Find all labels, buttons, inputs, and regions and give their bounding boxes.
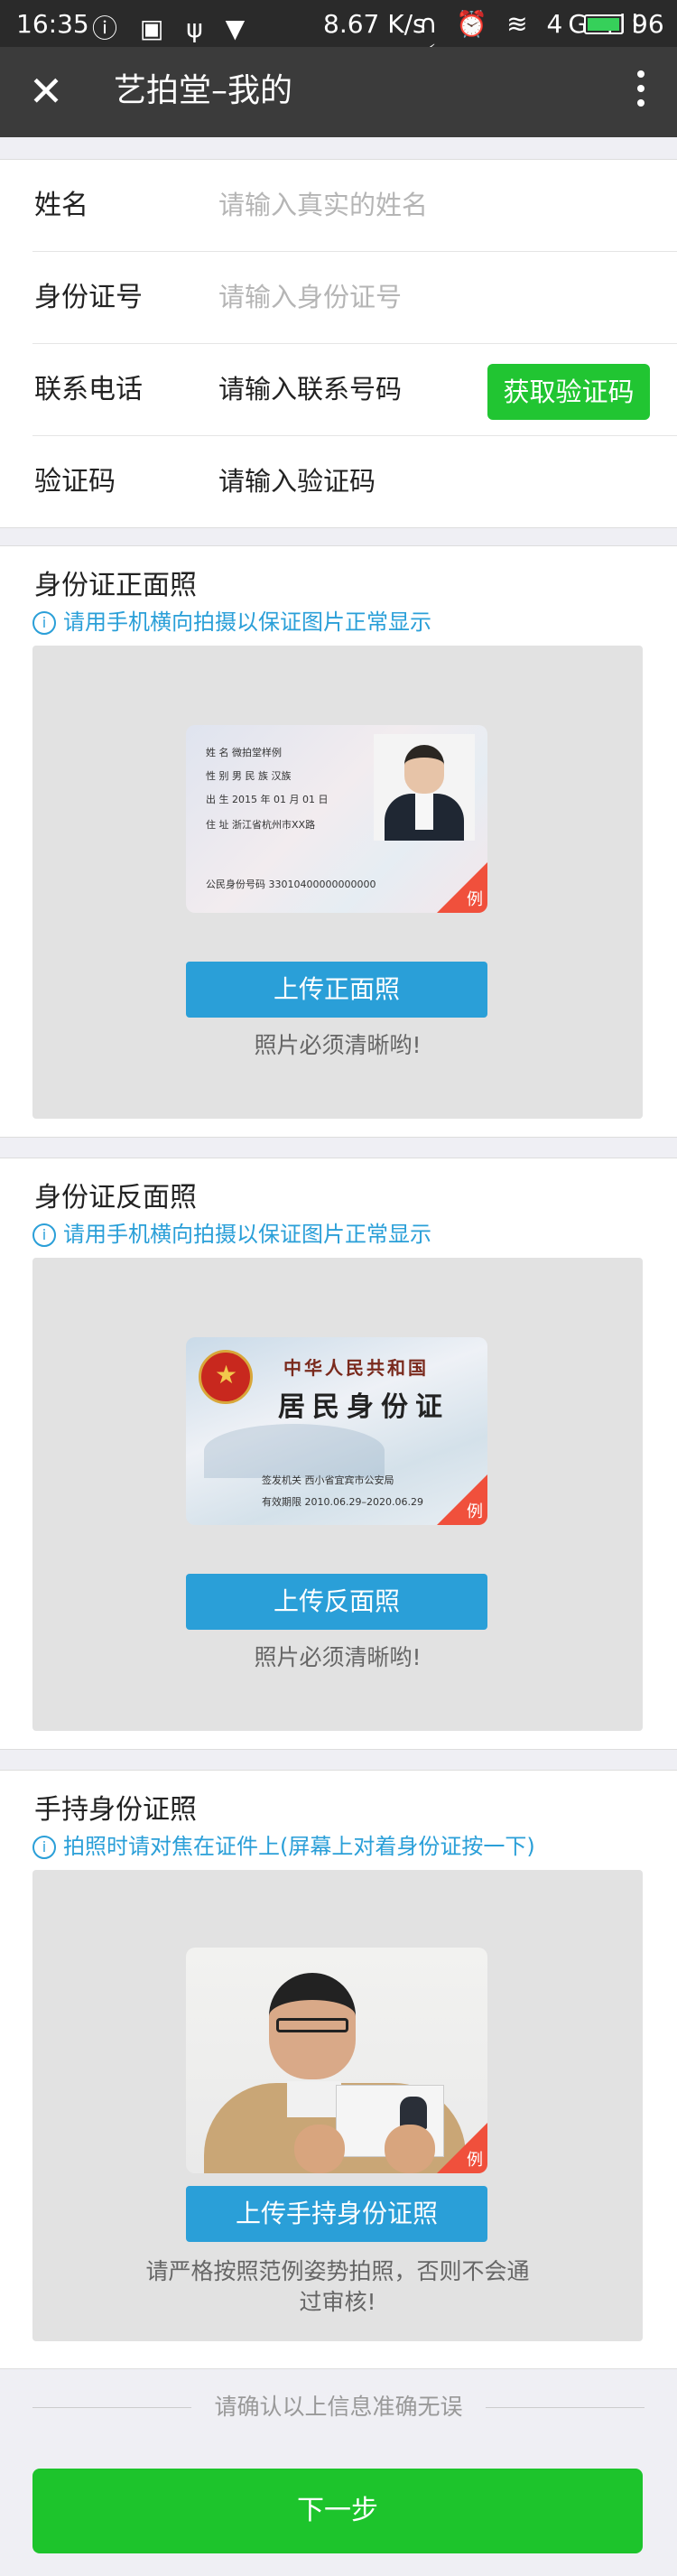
card-validity: 有效期限 2010.06.29–2020.06.29	[262, 1496, 423, 1508]
divider-line-right	[486, 2407, 645, 2408]
name-label: 姓名	[34, 190, 88, 221]
phone-input[interactable]: 请输入联系号码	[218, 344, 402, 435]
hold-id-sample-image: 例	[186, 1948, 487, 2173]
upload-panel[interactable]: 中华人民共和国 居民身份证 签发机关 西小省宜宾市公安局 有效期限 2010.0…	[32, 1258, 643, 1731]
card-number: 公民身份号码 33010400000000000	[206, 879, 376, 890]
code-row: 验证码 请输入验证码	[32, 436, 677, 527]
card-title: 居民身份证	[278, 1391, 450, 1423]
close-icon[interactable]: ✕	[23, 69, 69, 114]
tip-text: 请用手机横向拍摄以保证图片正常显示	[63, 1222, 431, 1247]
national-emblem-icon	[199, 1350, 253, 1404]
info-icon: i	[32, 611, 56, 635]
id-back-sample-image: 中华人民共和国 居民身份证 签发机关 西小省宜宾市公安局 有效期限 2010.0…	[186, 1337, 487, 1525]
name-input[interactable]: 请输入真实的姓名	[218, 160, 428, 251]
id-front-section: 身份证正面照 i 请用手机横向拍摄以保证图片正常显示 姓 名 微拍堂样例 性 别 …	[0, 545, 677, 1138]
card-authority: 签发机关 西小省宜宾市公安局	[262, 1474, 394, 1486]
info-icon: i	[32, 1836, 56, 1859]
sample-tag: 例	[467, 2151, 483, 2170]
status-left-icons: ⓘ ▣ ψ ▼	[92, 14, 253, 43]
phone-label: 联系电话	[34, 374, 143, 405]
photo-note: 照片必须清晰哟!	[254, 1644, 422, 1670]
card-address: 住 址 浙江省杭州市XX路	[206, 819, 316, 831]
nav-bar: ✕ 艺拍堂–我的	[0, 47, 677, 137]
section-tip: i 请用手机横向拍摄以保证图片正常显示	[32, 1216, 431, 1248]
section-title: 手持身份证照	[34, 1794, 197, 1826]
personal-info-form: 姓名 请输入真实的姓名 身份证号 请输入身份证号 联系电话 请输入联系号码 获取…	[0, 159, 677, 528]
card-country: 中华人民共和国	[283, 1357, 429, 1379]
sample-tag: 例	[467, 890, 483, 909]
tip-text: 拍照时请对焦在证件上(屏幕上对着身份证按一下)	[63, 1834, 535, 1859]
get-code-button[interactable]: 获取验证码	[487, 364, 650, 420]
photo-note: 照片必须清晰哟!	[254, 1032, 422, 1058]
section-tip: i 请用手机横向拍摄以保证图片正常显示	[32, 604, 431, 636]
great-wall-graphic	[204, 1424, 385, 1478]
more-vertical-icon[interactable]	[632, 65, 650, 119]
upload-panel[interactable]: 姓 名 微拍堂样例 性 别 男 民 族 汉族 出 生 2015 年 01 月 0…	[32, 646, 643, 1119]
id-number-row: 身份证号 请输入身份证号	[32, 252, 677, 344]
info-icon: i	[32, 1223, 56, 1247]
upload-back-button[interactable]: 上传反面照	[186, 1574, 487, 1630]
status-bar: 16:35 ⓘ ▣ ψ ▼ 8.67 K/s ∩ ⏰ ≋ 4G ıll ⚡ 96	[0, 0, 677, 69]
upload-panel[interactable]: 例 上传手持身份证照 请严格按照范例姿势拍照，否则不会通过审核!	[32, 1870, 643, 2341]
next-step-button[interactable]: 下一步	[32, 2469, 643, 2553]
code-input[interactable]: 请输入验证码	[218, 436, 376, 527]
portrait-photo	[374, 734, 475, 841]
code-label: 验证码	[34, 466, 116, 498]
page-title: 艺拍堂–我的	[114, 72, 293, 109]
id-number-label: 身份证号	[34, 282, 143, 313]
battery-icon	[584, 14, 624, 34]
card-sex: 性 别 男 民 族 汉族	[206, 770, 292, 782]
section-title: 身份证反面照	[34, 1182, 197, 1214]
name-row: 姓名 请输入真实的姓名	[32, 160, 677, 252]
card-name: 姓 名 微拍堂样例	[206, 747, 282, 758]
battery-level: 96	[632, 9, 664, 39]
upload-hold-button[interactable]: 上传手持身份证照	[186, 2186, 487, 2242]
pose-note: 请严格按照范例姿势拍照，否则不会通过审核!	[145, 2258, 530, 2315]
card-birth: 出 生 2015 年 01 月 01 日	[206, 794, 329, 805]
tip-text: 请用手机横向拍摄以保证图片正常显示	[63, 609, 431, 635]
sample-tag: 例	[467, 1502, 483, 1521]
section-title: 身份证正面照	[34, 570, 197, 601]
id-back-section: 身份证反面照 i 请用手机横向拍摄以保证图片正常显示 中华人民共和国 居民身份证 …	[0, 1158, 677, 1750]
network-speed: 8.67 K/s	[323, 9, 426, 39]
phone-row: 联系电话 请输入联系号码 获取验证码	[32, 344, 677, 436]
status-time: 16:35	[16, 9, 89, 39]
upload-front-button[interactable]: 上传正面照	[186, 962, 487, 1018]
hold-id-section: 手持身份证照 i 拍照时请对焦在证件上(屏幕上对着身份证按一下) 例 上传手持身份…	[0, 1770, 677, 2369]
id-front-sample-image: 姓 名 微拍堂样例 性 别 男 民 族 汉族 出 生 2015 年 01 月 0…	[186, 725, 487, 913]
id-number-input[interactable]: 请输入身份证号	[218, 252, 402, 343]
confirm-divider: 请确认以上信息准确无误	[0, 2389, 677, 2425]
section-tip: i 拍照时请对焦在证件上(屏幕上对着身份证按一下)	[32, 1828, 535, 1860]
